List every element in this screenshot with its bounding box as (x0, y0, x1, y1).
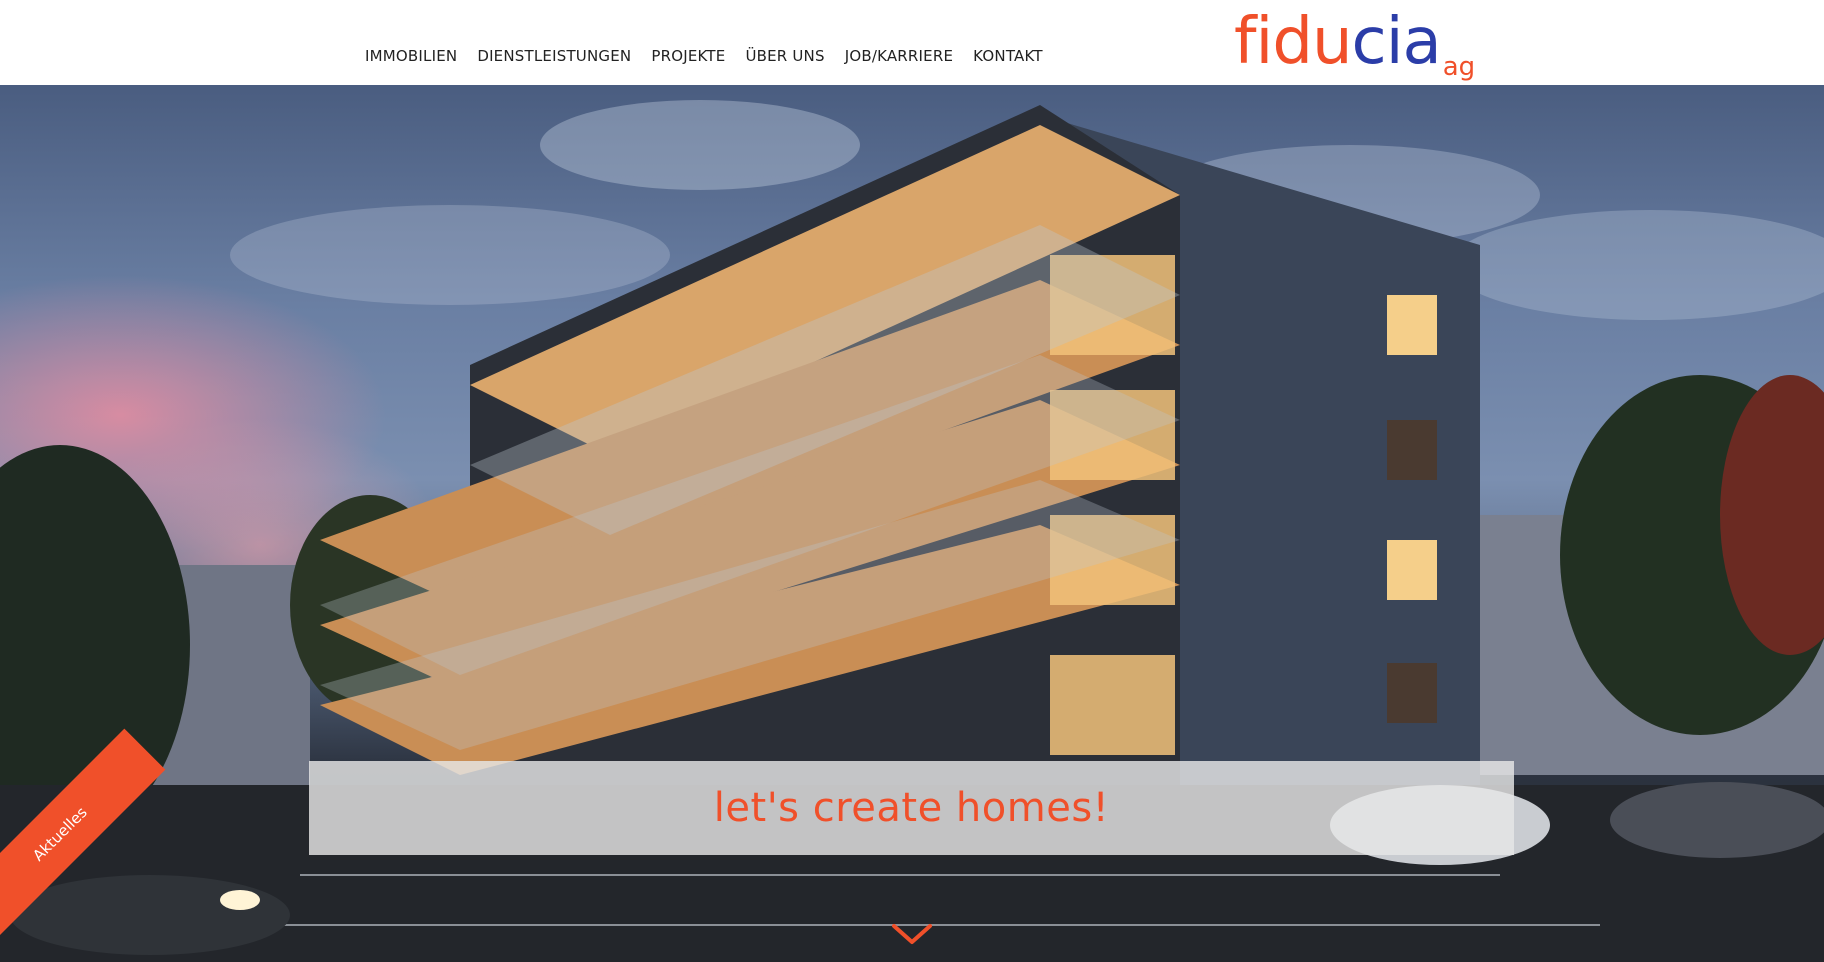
hero-banner: let's create homes! (309, 761, 1514, 855)
nav-item-immobilien[interactable]: IMMOBILIEN (365, 47, 457, 65)
nav-item-job-karriere[interactable]: JOB/KARRIERE (845, 47, 953, 65)
nav-item-kontakt[interactable]: KONTAKT (973, 47, 1043, 65)
logo-text-primary: fidu (1234, 5, 1352, 79)
site-header: IMMOBILIEN DIENSTLEISTUNGEN PROJEKTE ÜBE… (0, 0, 1824, 85)
nav-item-dienstleistungen[interactable]: DIENSTLEISTUNGEN (477, 47, 631, 65)
hero-image: let's create homes! Aktuelles (0, 85, 1824, 962)
logo[interactable]: fidu cia ag (1234, 4, 1475, 80)
chevron-down-icon[interactable] (891, 922, 933, 951)
main-nav: IMMOBILIEN DIENSTLEISTUNGEN PROJEKTE ÜBE… (365, 47, 1043, 65)
hero-tagline: let's create homes! (713, 785, 1110, 831)
nav-item-projekte[interactable]: PROJEKTE (651, 47, 725, 65)
logo-suffix: ag (1442, 52, 1476, 82)
nav-item-ueber-uns[interactable]: ÜBER UNS (745, 47, 824, 65)
logo-text-secondary: cia (1351, 5, 1442, 79)
